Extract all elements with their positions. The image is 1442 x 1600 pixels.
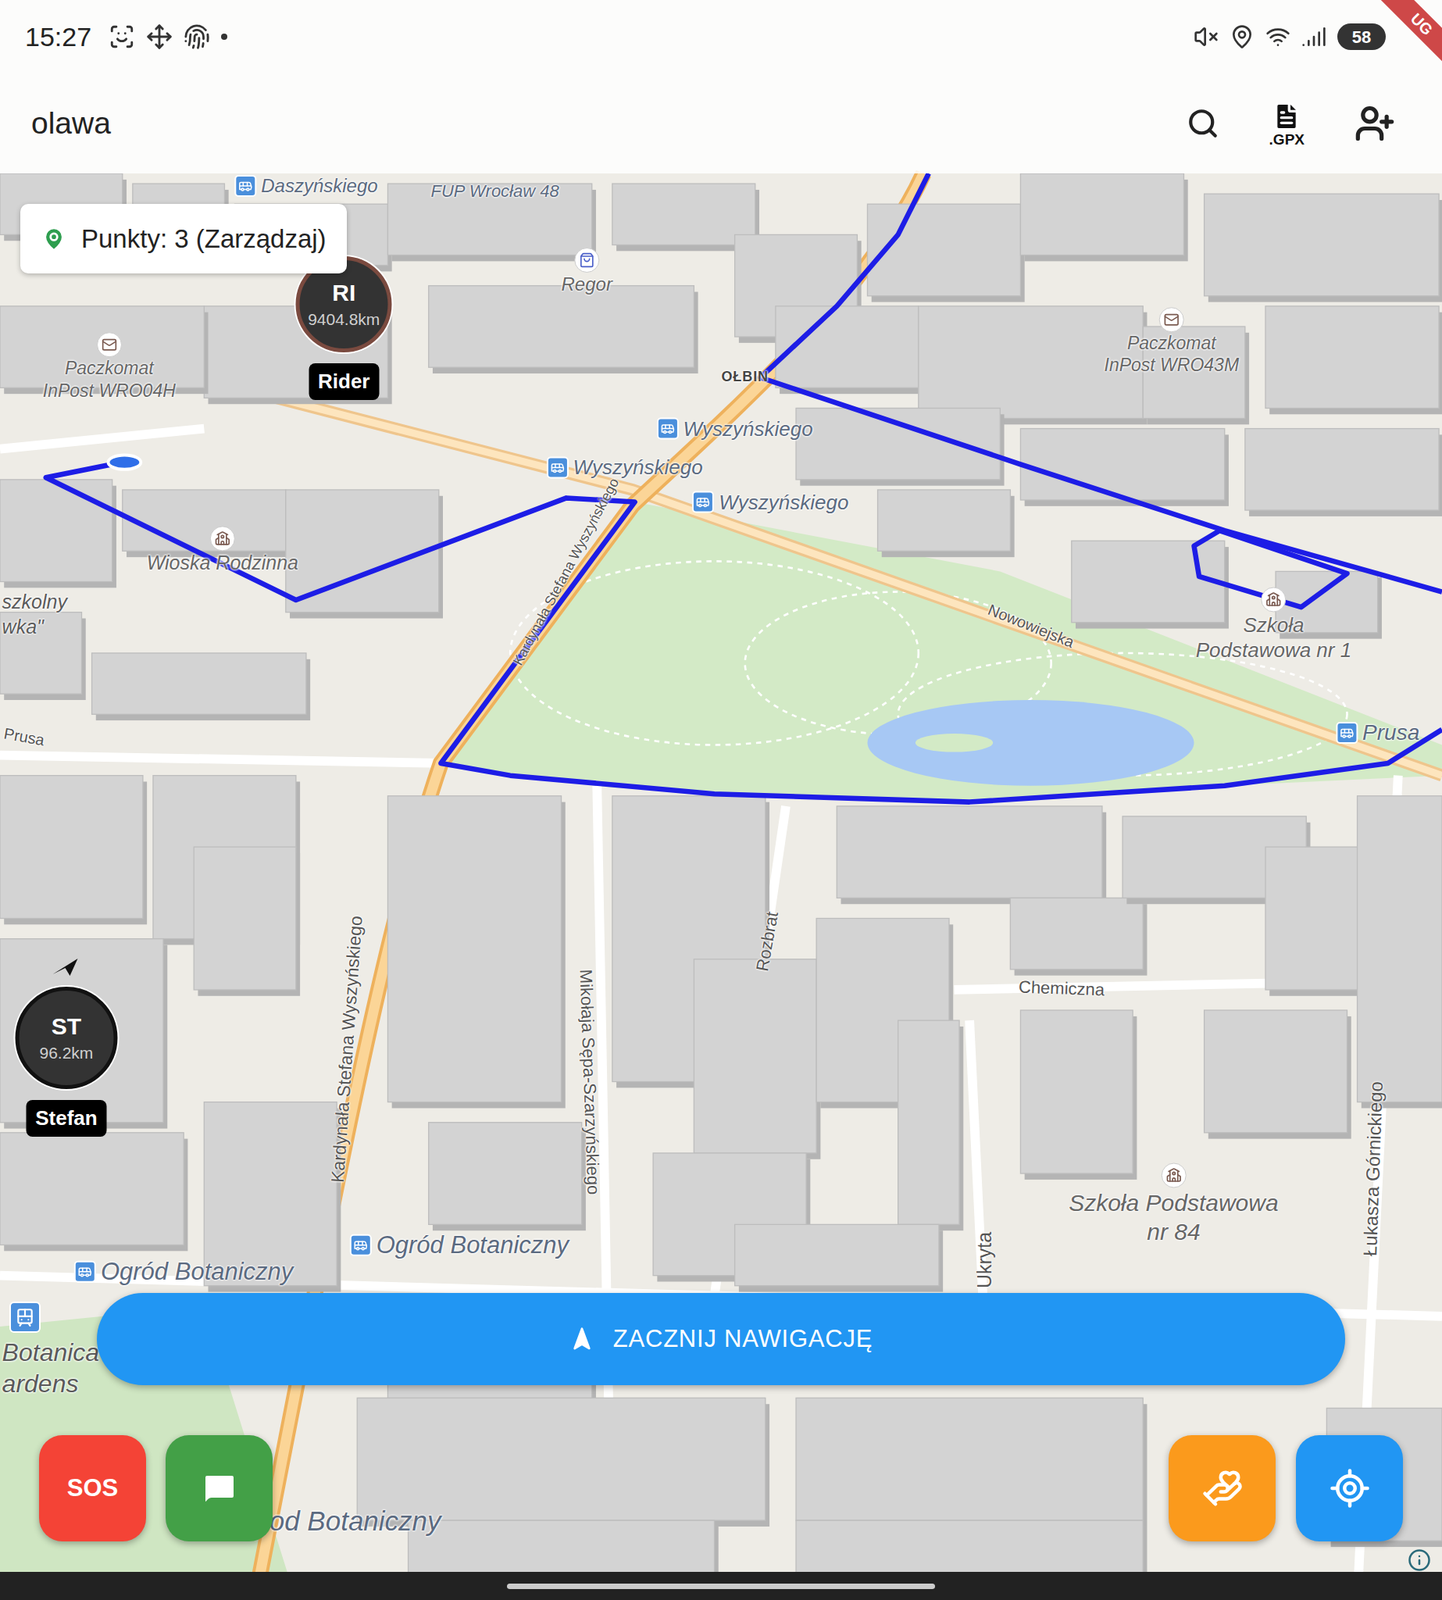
tram-stop-icon xyxy=(9,1301,41,1333)
status-bar: 15:2758 xyxy=(0,0,1442,74)
bus-stop-icon xyxy=(1335,721,1358,744)
info-icon[interactable] xyxy=(1407,1548,1432,1572)
school-icon xyxy=(1160,1162,1186,1188)
bus-stop-icon xyxy=(546,456,568,479)
school-icon xyxy=(1260,586,1286,612)
bus-stop-icon xyxy=(234,174,257,197)
map-label: FUP Wrocław 48 xyxy=(431,178,560,204)
mail-icon xyxy=(1159,306,1185,332)
map-label: Ogród Botaniczny xyxy=(349,1227,569,1264)
search-icon[interactable] xyxy=(1186,107,1220,140)
map-label: Ogród Botaniczny xyxy=(74,1253,293,1291)
care-button[interactable] xyxy=(1168,1434,1276,1542)
bus-stop-icon xyxy=(349,1234,372,1257)
bottom-overlay: ZACZNIJ NAWIGACJĘ SOS xyxy=(0,1292,1442,1600)
rider-marker[interactable]: ST96.2kmStefan xyxy=(14,986,118,1137)
top-bar: olawa .GPX xyxy=(0,73,1442,174)
map-label: Wyszyńskiego xyxy=(692,486,849,518)
map-label: Prusa xyxy=(1335,716,1420,750)
title: olawa xyxy=(31,100,111,147)
dot-icon xyxy=(221,33,228,40)
points-chip[interactable]: Punkty: 3 (Zarządzaj) xyxy=(20,203,347,274)
map-label: Wyszyńskiego xyxy=(656,413,814,444)
signal-icon xyxy=(1301,24,1327,50)
map-label: od Botaniczny xyxy=(269,1499,442,1542)
heading-arrow-icon xyxy=(52,958,79,976)
bus-stop-icon xyxy=(74,1260,97,1283)
pin-check-icon xyxy=(40,225,68,253)
map-label: Paczkomat InPost WRO43M xyxy=(1104,306,1240,378)
map-label: szkolny wka" xyxy=(2,589,68,639)
map-label: OŁBIN xyxy=(721,366,769,388)
gpx-button[interactable]: .GPX xyxy=(1269,100,1305,147)
map-label: Wyszyńskiego xyxy=(546,452,703,483)
map-label: Botanica ardens xyxy=(2,1336,100,1400)
sos-button[interactable]: SOS xyxy=(39,1434,147,1542)
map-label: Regor xyxy=(561,247,613,297)
top-overlay: 15:2758 olawa .GPX Punkty: 3 (Zarządzaj) xyxy=(0,0,1442,274)
route-line xyxy=(760,173,1442,593)
rider-marker[interactable]: RI9404.8kmRider xyxy=(296,256,393,400)
chat-icon xyxy=(200,1469,239,1507)
locate-icon xyxy=(1328,1466,1371,1510)
mail-icon xyxy=(96,332,122,358)
wifi-icon xyxy=(1265,24,1291,50)
home-pill[interactable] xyxy=(506,1583,936,1589)
shopping-bag-icon xyxy=(574,247,600,273)
fingerprint-icon xyxy=(183,23,211,50)
start-navigation-button[interactable]: ZACZNIJ NAWIGACJĘ xyxy=(96,1292,1346,1385)
location-icon xyxy=(1229,24,1255,50)
map-label: Ukryta xyxy=(970,1231,1000,1289)
bus-stop-icon xyxy=(692,491,714,514)
add-user-icon[interactable] xyxy=(1354,103,1396,144)
bus-stop-icon xyxy=(656,417,679,440)
map-label: Chemiczna xyxy=(1017,973,1105,1003)
school-icon xyxy=(210,526,236,552)
mute-icon xyxy=(1193,24,1219,50)
location-dot xyxy=(107,455,141,470)
crosshair-icon xyxy=(146,23,173,50)
map-label: Daszyńskiego xyxy=(234,171,378,200)
map-label: Wioska Rodzinna xyxy=(146,526,299,576)
map-label: Paczkomat InPost WRO04H xyxy=(42,332,176,404)
locate-button[interactable] xyxy=(1295,1434,1403,1542)
chat-button[interactable] xyxy=(165,1434,273,1542)
screenshot-icon xyxy=(108,23,136,50)
app-screen: Daszyńskiego FUP Wrocław 48 Regor Paczkomat… xyxy=(0,0,1442,1600)
map-label: Szkoła Podstawowa nr 84 xyxy=(1068,1162,1278,1246)
file-icon xyxy=(1270,100,1303,133)
hand-heart-icon xyxy=(1201,1466,1244,1510)
navigation-arrow-icon xyxy=(569,1326,595,1352)
map-label: Szkoła Podstawowa nr 1 xyxy=(1195,586,1352,663)
battery-indicator: 58 xyxy=(1337,23,1386,50)
system-nav-bar xyxy=(0,1571,1442,1600)
